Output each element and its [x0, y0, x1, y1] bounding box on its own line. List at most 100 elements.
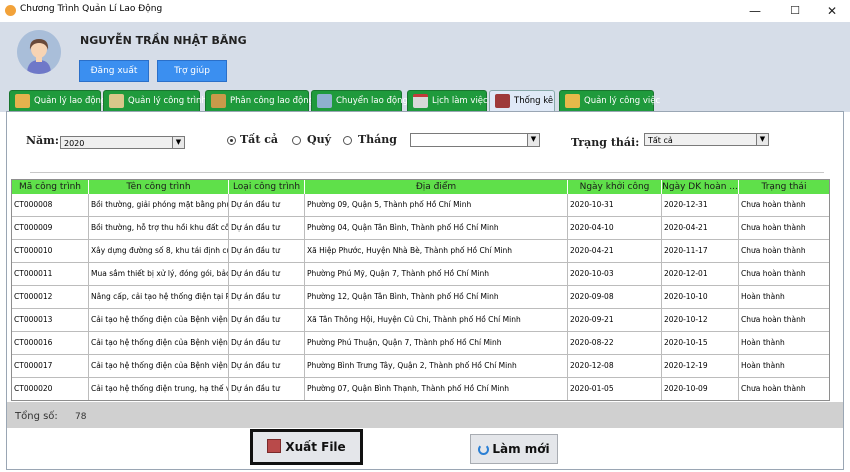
table-cell: 2020-12-31 — [662, 194, 739, 216]
table-cell: Dự án đầu tư — [229, 286, 305, 308]
table-cell: Dự án đầu tư — [229, 378, 305, 400]
table-cell: Mua sắm thiết bị xử lý, đóng gói, bảo ..… — [89, 263, 229, 285]
column-header[interactable]: Tên công trình — [89, 180, 229, 194]
table-row[interactable]: CT000010 Xây dựng đường số 8, khu tái địn… — [12, 240, 829, 263]
table-cell: Hoàn thành — [739, 355, 829, 377]
table-cell: 2020-09-21 — [568, 309, 662, 331]
tab-job-management[interactable]: Quản lý công việc — [559, 90, 660, 111]
tab-label: Lịch làm việc — [432, 96, 488, 106]
table-cell: Chưa hoàn thành — [739, 378, 829, 400]
tab-work-schedule[interactable]: Lịch làm việc — [407, 90, 488, 111]
help-button[interactable]: Trợ giúp — [157, 60, 227, 82]
column-header[interactable]: Trạng thái — [739, 180, 829, 194]
status-label: Trạng thái: — [571, 136, 640, 149]
table-cell: Phường 09, Quận 5, Thành phố Hồ Chí Minh — [305, 194, 568, 216]
tab-labor-transfer[interactable]: Chuyển lao động — [311, 90, 408, 111]
column-header[interactable]: Mã công trình — [12, 180, 89, 194]
table-cell: Chưa hoàn thành — [739, 263, 829, 285]
table-row[interactable]: CT000017 Cải tạo hệ thống điện của Bệnh v… — [12, 355, 829, 378]
tab-project-management[interactable]: Quản lý công trình — [103, 90, 207, 111]
user-avatar-icon — [17, 30, 61, 74]
chevron-down-icon[interactable]: ▼ — [172, 137, 184, 148]
table-cell: Chưa hoàn thành — [739, 194, 829, 216]
table-cell: 2020-04-21 — [568, 240, 662, 262]
tab-label: Chuyển lao động — [336, 96, 408, 106]
building-icon — [109, 94, 124, 108]
year-label: Năm: — [26, 134, 59, 147]
export-file-button[interactable]: Xuất File — [250, 429, 363, 465]
chevron-down-icon[interactable]: ▼ — [756, 134, 768, 145]
table-cell: Phường 04, Quận Tân Bình, Thành phố Hồ C… — [305, 217, 568, 239]
tab-statistics[interactable]: Thống kê — [489, 90, 555, 113]
table-cell: CT000020 — [12, 378, 89, 400]
table-row[interactable]: CT000008 Bồi thường, giải phóng mặt bằng … — [12, 194, 829, 217]
table-row[interactable]: CT000020 Cải tạo hệ thống điện trung, hạ … — [12, 378, 829, 400]
radio-all[interactable] — [227, 136, 236, 145]
column-header[interactable]: Ngày DK hoàn ... — [662, 180, 739, 194]
table-cell: Hoàn thành — [739, 286, 829, 308]
logout-button[interactable]: Đăng xuất — [79, 60, 149, 82]
table-row[interactable]: CT000011 Mua sắm thiết bị xử lý, đóng gói… — [12, 263, 829, 286]
project-table[interactable]: Mã công trình Tên công trình Loại công t… — [11, 179, 830, 401]
tab-label: Quản lý lao động — [34, 96, 107, 106]
status-select[interactable]: Tất cả ▼ — [644, 133, 769, 146]
table-cell: 2020-01-05 — [568, 378, 662, 400]
table-cell: 2020-08-22 — [568, 332, 662, 354]
worker-icon — [15, 94, 30, 108]
table-cell: 2020-12-19 — [662, 355, 739, 377]
divider — [30, 172, 824, 173]
refresh-button[interactable]: Làm mới — [470, 434, 558, 464]
table-cell: 2020-04-10 — [568, 217, 662, 239]
table-cell: Dự án đầu tư — [229, 194, 305, 216]
column-header[interactable]: Địa điểm — [305, 180, 568, 194]
refresh-icon — [478, 444, 490, 455]
maximize-button[interactable]: ☐ — [775, 0, 815, 22]
table-cell: CT000011 — [12, 263, 89, 285]
column-header[interactable]: Ngày khởi công — [568, 180, 662, 194]
table-cell: Cải tạo hệ thống điện của Bệnh viện ... — [89, 332, 229, 354]
table-row[interactable]: CT000012 Nâng cấp, cải tạo hệ thống điện … — [12, 286, 829, 309]
table-cell: 2020-10-09 — [662, 378, 739, 400]
total-label: Tổng số: — [15, 411, 58, 422]
user-name: NGUYỄN TRẦN NHẬT BĂNG — [80, 34, 247, 47]
table-cell: 2020-09-08 — [568, 286, 662, 308]
tab-labor-management[interactable]: Quản lý lao động — [9, 90, 106, 111]
table-cell: Cải tạo hệ thống điện của Bệnh viện b... — [89, 355, 229, 377]
tab-label: Thống kê — [514, 96, 554, 106]
table-cell: CT000012 — [12, 286, 89, 308]
table-row[interactable]: CT000009 Bồi thường, hỗ trợ thu hồi khu đ… — [12, 217, 829, 240]
minimize-button[interactable]: — — [735, 0, 775, 22]
chevron-down-icon[interactable]: ▼ — [527, 134, 539, 146]
table-cell: 2020-04-21 — [662, 217, 739, 239]
table-cell: Bồi thường, giải phóng mặt bằng phu... — [89, 194, 229, 216]
radio-quarter[interactable] — [292, 136, 301, 145]
tab-labor-assignment[interactable]: Phân công lao động — [205, 90, 314, 111]
table-cell: Phường Phú Mỹ, Quận 7, Thành phố Hồ Chí … — [305, 263, 568, 285]
table-row[interactable]: CT000013 Cải tạo hệ thống điện của Bệnh v… — [12, 309, 829, 332]
table-cell: Dự án đầu tư — [229, 332, 305, 354]
table-cell: Phường 07, Quận Bình Thạnh, Thành phố Hồ… — [305, 378, 568, 400]
column-header[interactable]: Loại công trình — [229, 180, 305, 194]
refresh-label: Làm mới — [492, 442, 550, 456]
radio-month-label: Tháng — [358, 133, 397, 146]
month-select[interactable]: ▼ — [410, 133, 540, 147]
close-button[interactable]: ✕ — [812, 0, 850, 22]
year-select[interactable]: 2020 ▼ — [60, 136, 185, 149]
table-cell: Nâng cấp, cải tạo hệ thống điện tại Ph..… — [89, 286, 229, 308]
table-cell: Xã Tân Thông Hội, Huyện Củ Chi, Thành ph… — [305, 309, 568, 331]
table-row[interactable]: CT000016 Cải tạo hệ thống điện của Bệnh v… — [12, 332, 829, 355]
table-cell: 2020-10-12 — [662, 309, 739, 331]
table-cell: Xã Hiệp Phước, Huyện Nhà Bè, Thành phố H… — [305, 240, 568, 262]
table-cell: Cải tạo hệ thống điện trung, hạ thế và .… — [89, 378, 229, 400]
table-cell: Chưa hoàn thành — [739, 240, 829, 262]
table-cell: Dự án đầu tư — [229, 240, 305, 262]
year-value: 2020 — [64, 139, 85, 148]
radio-month[interactable] — [343, 136, 352, 145]
table-cell: Phường Phú Thuận, Quận 7, Thành phố Hồ C… — [305, 332, 568, 354]
assignment-icon — [211, 94, 226, 108]
radio-all-label: Tất cả — [240, 133, 279, 146]
table-cell: Chưa hoàn thành — [739, 309, 829, 331]
table-cell: Xây dựng đường số 8, khu tái định cư ... — [89, 240, 229, 262]
calendar-icon — [413, 94, 428, 108]
statistics-icon — [495, 94, 510, 108]
